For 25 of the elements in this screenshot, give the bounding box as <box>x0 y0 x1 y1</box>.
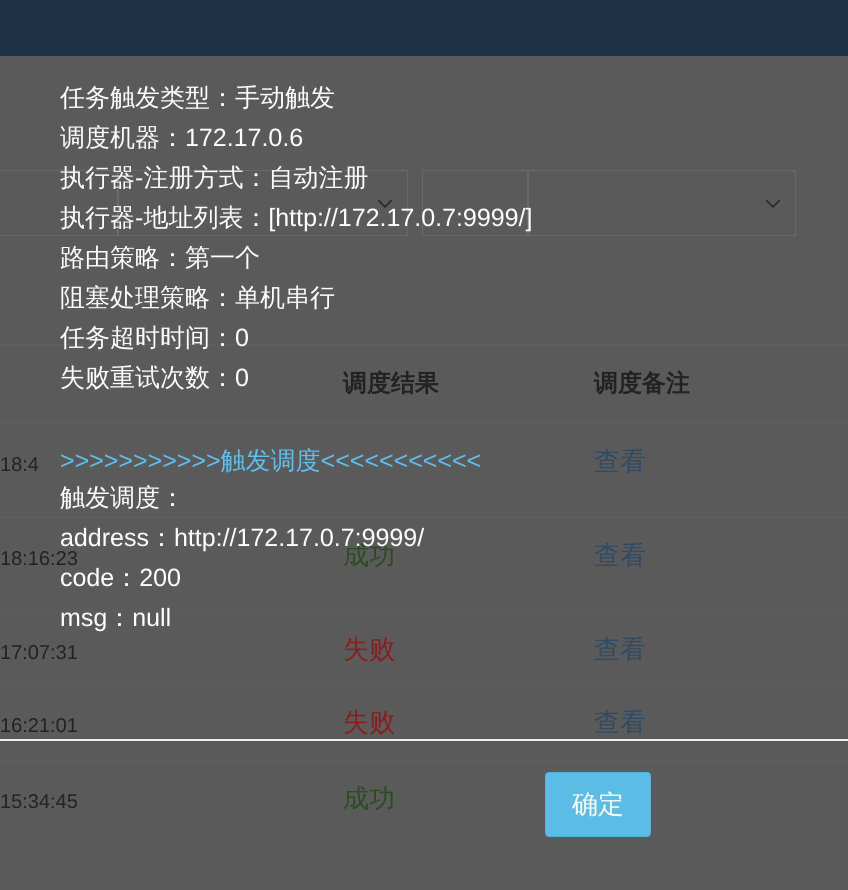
table-cell: 16:21:01 <box>0 719 78 733</box>
log-line: 任务触发类型：手动触发 <box>60 86 335 110</box>
log-line: msg：null <box>60 606 172 630</box>
status-text: 失败 <box>343 636 395 662</box>
caret-icon <box>377 198 393 208</box>
table-cell: 15:34:45 <box>0 795 78 809</box>
log-line: 执行器-注册方式：自动注册 <box>60 166 368 190</box>
table-cell: 18:4 <box>0 458 39 472</box>
log-line: 调度机器：172.17.0.6 <box>60 126 304 150</box>
log-line: 执行器-地址列表：[http://172.17.0.7:9999/] <box>60 206 532 230</box>
log-line: code：200 <box>60 566 181 590</box>
log-line: 失败重试次数：0 <box>60 366 249 390</box>
log-line: 触发调度： <box>60 486 185 510</box>
status-text: 成功 <box>343 785 395 811</box>
column-header: 调度结果 <box>343 370 439 397</box>
column-header: 调度备注 <box>594 370 690 397</box>
log-line: 任务超时时间：0 <box>60 326 249 350</box>
confirm-button[interactable]: 确定 <box>545 772 651 837</box>
caret-icon <box>765 198 781 208</box>
table-cell: 18:16:23 <box>0 552 78 566</box>
section-heading: >>>>>>>>>>>触发调度<<<<<<<<<<< <box>60 449 482 473</box>
log-line: 阻塞处理策略：单机串行 <box>60 286 335 310</box>
table-cell: 17:07:31 <box>0 646 78 660</box>
log-line: 路由策略：第一个 <box>60 246 260 270</box>
status-text: 失败 <box>343 709 395 735</box>
